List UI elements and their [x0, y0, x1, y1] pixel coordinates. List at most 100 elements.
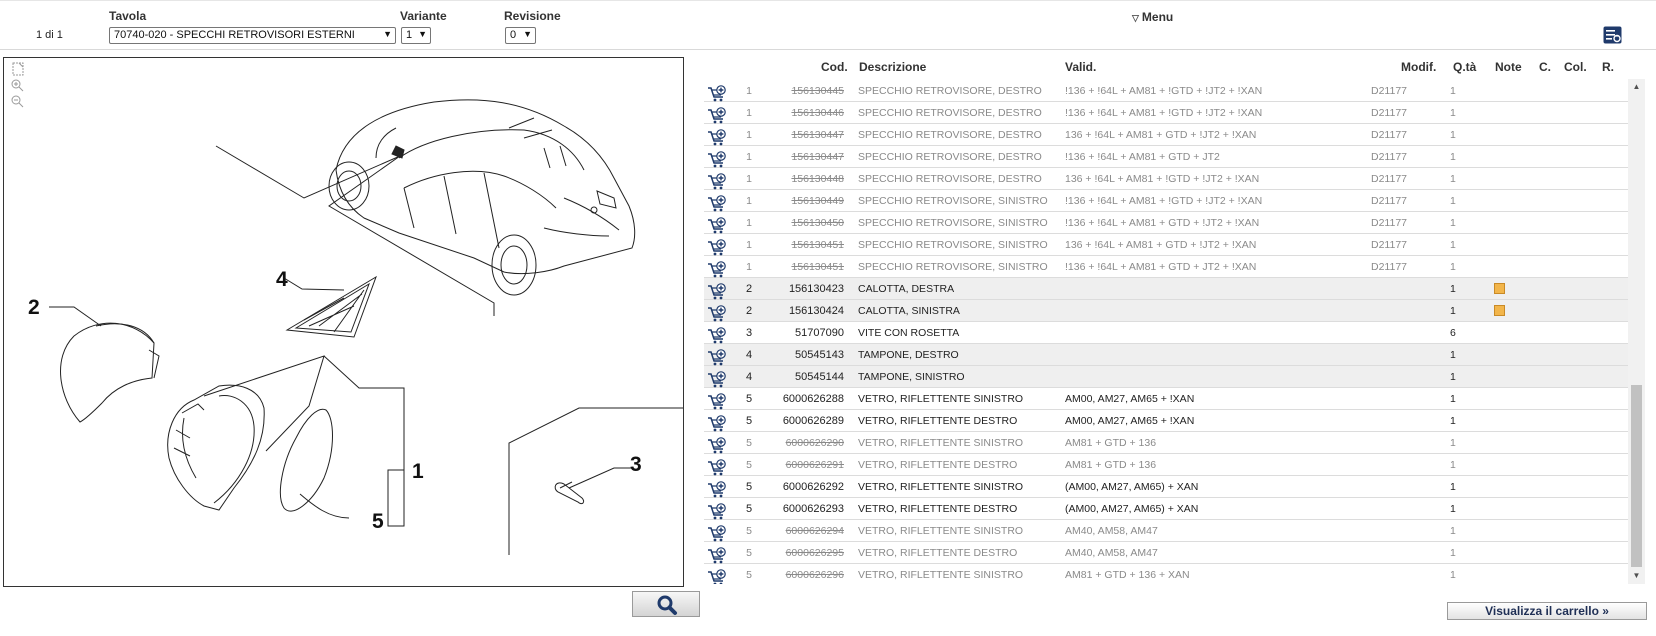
- add-to-cart-icon[interactable]: [707, 327, 727, 345]
- col-descrizione[interactable]: Descrizione: [859, 60, 926, 74]
- table-row[interactable]: 1 156130448 SPECCHIO RETROVISORE, DESTRO 13…: [704, 168, 1628, 190]
- table-row[interactable]: 5 6000626296 VETRO, RIFLETTENTE SINISTRO AM…: [704, 564, 1628, 584]
- add-to-cart-icon[interactable]: [707, 371, 727, 389]
- cell-ref-number: 4: [745, 349, 753, 361]
- add-to-cart-icon[interactable]: [707, 261, 727, 279]
- table-row[interactable]: 1 156130451 SPECCHIO RETROVISORE, SINISTRO…: [704, 234, 1628, 256]
- col-c[interactable]: C.: [1539, 60, 1551, 74]
- add-to-cart-icon[interactable]: [707, 415, 727, 433]
- col-cod[interactable]: Cod.: [821, 60, 848, 74]
- cell-quantity: 1: [1450, 151, 1456, 163]
- col-modif[interactable]: Modif.: [1401, 60, 1436, 74]
- add-to-cart-icon[interactable]: [707, 481, 727, 499]
- menu-label: Menu: [1141, 10, 1174, 24]
- add-to-cart-icon[interactable]: [707, 437, 727, 455]
- add-to-cart-icon[interactable]: [707, 107, 727, 125]
- add-to-cart-icon[interactable]: [707, 393, 727, 411]
- scroll-down-arrow-icon[interactable]: ▼: [1628, 568, 1645, 584]
- table-row[interactable]: 5 6000626293 VETRO, RIFLETTENTE DESTRO (AM0…: [704, 498, 1628, 520]
- variante-select[interactable]: 1 ▼: [401, 27, 431, 44]
- table-row[interactable]: 2 156130424 CALOTTA, SINISTRA 1: [704, 300, 1628, 322]
- table-row[interactable]: 5 6000626290 VETRO, RIFLETTENTE SINISTRO AM…: [704, 432, 1628, 454]
- cell-quantity: 1: [1450, 217, 1456, 229]
- add-to-cart-icon[interactable]: [707, 129, 727, 147]
- cell-validity: (AM00, AM27, AM65) + XAN: [1065, 503, 1199, 515]
- add-to-cart-icon[interactable]: [707, 503, 727, 521]
- parts-table: Cod. Descrizione Valid. Modif. Q.tà Note…: [704, 57, 1648, 584]
- add-to-cart-icon[interactable]: [707, 305, 727, 323]
- add-to-cart-icon[interactable]: [707, 459, 727, 477]
- revisione-select[interactable]: 0 ▼: [505, 27, 536, 44]
- cell-validity: !136 + !64L + AM81 + GTD + JT2: [1065, 151, 1220, 163]
- table-scrollbar[interactable]: ▲ ▼: [1628, 79, 1645, 584]
- col-valid[interactable]: Valid.: [1065, 60, 1096, 74]
- view-cart-button[interactable]: Visualizza il carrello »: [1447, 602, 1647, 620]
- cell-validity: AM00, AM27, AM65 + !XAN: [1065, 393, 1195, 405]
- col-note[interactable]: Note: [1495, 60, 1522, 74]
- table-row[interactable]: 4 50545144 TAMPONE, SINISTRO 1: [704, 366, 1628, 388]
- table-row[interactable]: 2 156130423 CALOTTA, DESTRA 1: [704, 278, 1628, 300]
- cell-description: SPECCHIO RETROVISORE, DESTRO: [858, 151, 1042, 163]
- table-row[interactable]: 1 156130445 SPECCHIO RETROVISORE, DESTRO !1…: [704, 80, 1628, 102]
- cell-description: VETRO, RIFLETTENTE SINISTRO: [858, 437, 1024, 449]
- cell-ref-number: 1: [746, 239, 752, 251]
- cell-modification: D21177: [1371, 173, 1408, 185]
- cell-description: VETRO, RIFLETTENTE DESTRO: [858, 459, 1018, 471]
- table-row[interactable]: 3 51707090 VITE CON ROSETTA 6: [704, 322, 1628, 344]
- table-row[interactable]: 1 156130447 SPECCHIO RETROVISORE, DESTRO 13…: [704, 124, 1628, 146]
- cell-description: VETRO, RIFLETTENTE SINISTRO: [858, 393, 1024, 405]
- col-r[interactable]: R.: [1602, 60, 1614, 74]
- table-row[interactable]: 4 50545143 TAMPONE, DESTRO 1: [704, 344, 1628, 366]
- table-row[interactable]: 5 6000626288 VETRO, RIFLETTENTE SINISTRO AM…: [704, 388, 1628, 410]
- table-row[interactable]: 5 6000626295 VETRO, RIFLETTENTE DESTRO AM40…: [704, 542, 1628, 564]
- add-to-cart-icon[interactable]: [707, 151, 727, 169]
- search-button[interactable]: [632, 591, 700, 617]
- chevron-down-icon: ▼: [523, 29, 532, 39]
- cell-description: VITE CON ROSETTA: [858, 327, 960, 339]
- menu-toggle[interactable]: ▽ Menu: [1132, 10, 1173, 24]
- table-row[interactable]: 1 156130446 SPECCHIO RETROVISORE, DESTRO !1…: [704, 102, 1628, 124]
- add-to-cart-icon[interactable]: [707, 217, 727, 235]
- add-to-cart-icon[interactable]: [707, 547, 727, 565]
- cell-quantity: 1: [1450, 349, 1456, 361]
- add-to-cart-icon[interactable]: [707, 239, 727, 257]
- add-to-cart-icon[interactable]: [707, 195, 727, 213]
- add-to-cart-icon[interactable]: [707, 569, 727, 584]
- parts-list-icon[interactable]: [1603, 26, 1622, 44]
- add-to-cart-icon[interactable]: [707, 173, 727, 191]
- add-to-cart-icon[interactable]: [707, 349, 727, 367]
- col-col[interactable]: Col.: [1564, 60, 1587, 74]
- cell-description: VETRO, RIFLETTENTE SINISTRO: [858, 481, 1024, 493]
- table-row[interactable]: 1 156130449 SPECCHIO RETROVISORE, SINISTRO…: [704, 190, 1628, 212]
- scrollbar-thumb[interactable]: [1631, 385, 1642, 567]
- cell-description: SPECCHIO RETROVISORE, DESTRO: [858, 173, 1042, 185]
- add-to-cart-icon[interactable]: [707, 85, 727, 103]
- exploded-drawing-panel[interactable]: 1 2 3 4 5: [3, 57, 684, 587]
- table-row[interactable]: 1 156130447 SPECCHIO RETROVISORE, DESTRO !1…: [704, 146, 1628, 168]
- note-icon[interactable]: [1494, 283, 1505, 294]
- mirror-exploded-diagram: 1 2 3 4 5: [28, 99, 683, 555]
- scroll-up-arrow-icon[interactable]: ▲: [1628, 79, 1645, 95]
- revisione-select-value: 0: [510, 29, 517, 41]
- table-row[interactable]: 5 6000626291 VETRO, RIFLETTENTE DESTRO AM81…: [704, 454, 1628, 476]
- cell-part-code: 50545144: [795, 371, 844, 383]
- table-row[interactable]: 5 6000626292 VETRO, RIFLETTENTE SINISTRO (A…: [704, 476, 1628, 498]
- table-row[interactable]: 5 6000626294 VETRO, RIFLETTENTE SINISTRO AM…: [704, 520, 1628, 542]
- tavola-select[interactable]: 70740-020 - SPECCHI RETROVISORI ESTERNI …: [109, 27, 396, 44]
- cell-validity: !136 + !64L + AM81 + !GTD + !JT2 + !XAN: [1065, 107, 1263, 119]
- col-qta[interactable]: Q.tà: [1453, 60, 1476, 74]
- cell-description: SPECCHIO RETROVISORE, DESTRO: [858, 85, 1042, 97]
- cell-part-code: 156130447: [791, 151, 844, 163]
- table-row[interactable]: 5 6000626289 VETRO, RIFLETTENTE DESTRO AM00…: [704, 410, 1628, 432]
- cell-description: CALOTTA, SINISTRA: [858, 305, 960, 317]
- table-row[interactable]: 1 156130450 SPECCHIO RETROVISORE, SINISTRO…: [704, 212, 1628, 234]
- add-to-cart-icon[interactable]: [707, 283, 727, 301]
- table-row[interactable]: 1 156130451 SPECCHIO RETROVISORE, SINISTRO…: [704, 256, 1628, 278]
- cell-quantity: 1: [1450, 547, 1456, 559]
- cell-part-code: 156130450: [791, 217, 844, 229]
- header-bar: 1 di 1 Tavola 70740-020 - SPECCHI RETROV…: [0, 0, 1656, 50]
- cell-quantity: 1: [1450, 437, 1456, 449]
- add-to-cart-icon[interactable]: [707, 525, 727, 543]
- note-icon[interactable]: [1494, 305, 1505, 316]
- cell-ref-number: 1: [746, 195, 752, 207]
